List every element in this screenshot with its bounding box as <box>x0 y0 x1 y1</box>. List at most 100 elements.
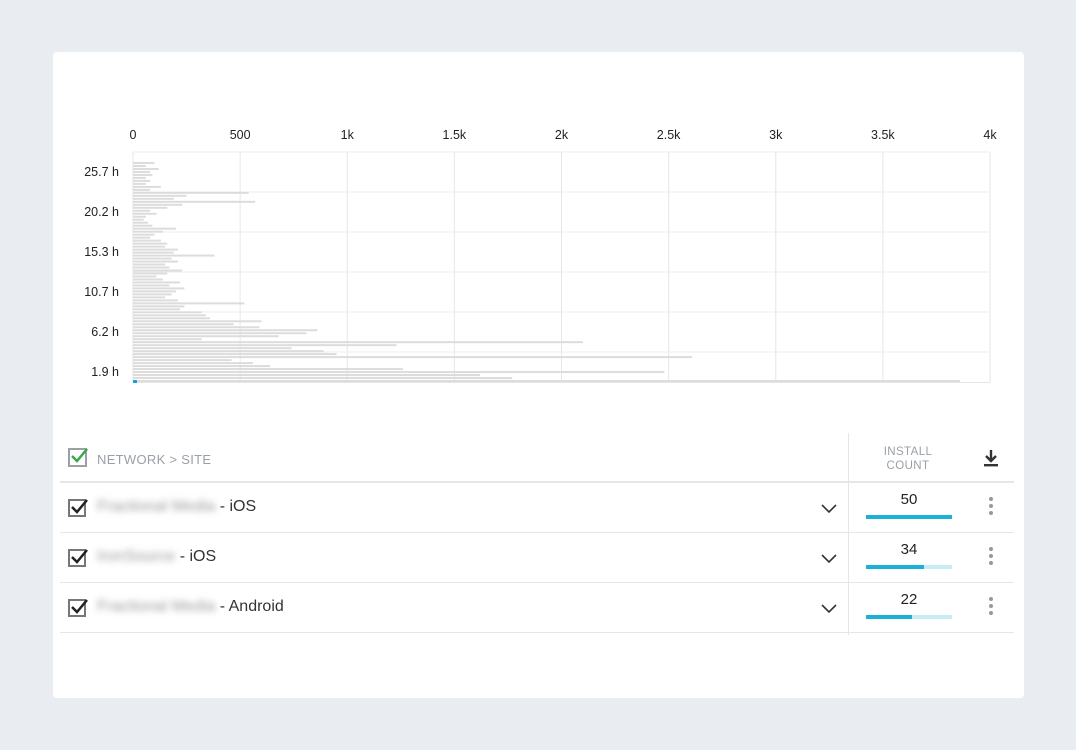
bar <box>133 242 168 245</box>
install-count-heading[interactable]: INSTALL COUNT <box>868 445 948 473</box>
site-name-redacted: IronSource <box>97 548 176 565</box>
y-tick-label: 15.3 h <box>84 245 119 259</box>
bar <box>133 227 176 230</box>
bar <box>133 332 307 335</box>
table-header: NETWORK > SITE INSTALL COUNT <box>60 433 1014 483</box>
install-count-heading-line1: INSTALL <box>883 446 933 458</box>
bar <box>133 293 172 296</box>
y-tick-label: 1.9 h <box>91 365 119 379</box>
table-row: Fractional Media - Android 22 <box>60 583 1014 633</box>
site-name[interactable]: Fractional Media - iOS <box>97 498 256 516</box>
bar <box>133 323 234 326</box>
bar <box>133 167 159 170</box>
row-checkbox[interactable] <box>68 599 88 617</box>
chevron-down-icon[interactable] <box>820 599 838 617</box>
install-count-bar <box>866 515 952 519</box>
bar <box>133 224 153 227</box>
install-time-chart: 0 500 1k 1.5k 2k 2.5k 3k 3.5k 4k 25.7 h 20.2 h 15.3… <box>84 128 997 383</box>
y-tick-label: 25.7 h <box>84 165 119 179</box>
bar <box>133 239 161 242</box>
chevron-down-icon[interactable] <box>820 549 838 567</box>
site-name[interactable]: Fractional Media - Android <box>97 598 284 616</box>
bar <box>133 353 337 356</box>
bar <box>133 341 583 344</box>
bar <box>133 317 211 320</box>
bar <box>133 296 166 299</box>
bar <box>133 182 146 185</box>
x-tick-label: 0 <box>130 128 137 142</box>
bar <box>133 197 174 200</box>
bar <box>133 215 146 218</box>
install-count-bar <box>866 565 952 569</box>
y-tick-label: 6.2 h <box>91 325 119 339</box>
row-checkbox[interactable] <box>68 549 88 567</box>
bar <box>133 371 665 374</box>
bar <box>133 218 144 221</box>
chevron-down-icon[interactable] <box>820 499 838 517</box>
table-row: Fractional Media - iOS 50 <box>60 483 1014 533</box>
bar <box>133 236 151 239</box>
site-name-redacted: Fractional Media <box>97 498 216 515</box>
bar <box>133 335 279 338</box>
bar <box>133 266 170 269</box>
bar <box>133 173 153 176</box>
bar <box>133 290 176 293</box>
site-platform: - iOS <box>215 498 257 515</box>
bar <box>133 356 693 359</box>
bar <box>133 314 206 317</box>
x-tick-label: 1k <box>341 128 355 142</box>
bar <box>133 162 155 164</box>
select-all-checkbox[interactable] <box>68 448 88 467</box>
site-platform: - iOS <box>175 548 217 565</box>
bar <box>133 320 262 323</box>
bar <box>133 299 178 302</box>
bar <box>133 365 271 368</box>
more-options-icon[interactable] <box>988 497 994 518</box>
bar <box>133 302 245 305</box>
site-name[interactable]: IronSource - iOS <box>97 548 216 566</box>
x-tick-label: 4k <box>983 128 997 142</box>
bar <box>133 206 168 209</box>
bar <box>133 269 183 272</box>
bar <box>133 347 292 350</box>
install-count-bar <box>866 615 952 619</box>
bar <box>133 164 146 167</box>
install-count-heading-line2: COUNT <box>886 460 930 472</box>
bar <box>133 254 215 257</box>
bar <box>133 278 163 281</box>
bar <box>133 338 202 341</box>
more-options-icon[interactable] <box>988 597 994 618</box>
bar <box>133 275 157 278</box>
bar <box>133 281 181 284</box>
bar <box>133 170 151 173</box>
x-tick-label: 3k <box>769 128 783 142</box>
bar <box>133 359 232 362</box>
bar <box>133 284 170 287</box>
site-platform: - Android <box>215 598 284 615</box>
more-options-icon[interactable] <box>988 547 994 568</box>
row-checkbox[interactable] <box>68 499 88 517</box>
bar <box>133 368 403 371</box>
bar <box>133 221 148 224</box>
bar <box>133 257 172 260</box>
bar <box>133 308 181 311</box>
bar <box>133 203 183 206</box>
x-tick-label: 500 <box>230 128 251 142</box>
install-count-bar-fill <box>866 615 912 619</box>
x-tick-label: 1.5k <box>443 128 467 142</box>
install-count-bar-fill <box>866 515 952 519</box>
bar <box>133 194 187 197</box>
download-icon[interactable] <box>980 447 1002 469</box>
site-name-redacted: Fractional Media <box>97 598 216 615</box>
bar <box>133 212 157 215</box>
bar <box>133 329 318 332</box>
bar <box>133 248 178 251</box>
x-tick-label: 2k <box>555 128 569 142</box>
bar-highlight <box>133 380 137 383</box>
install-count-value: 22 <box>900 591 918 608</box>
bar <box>133 200 256 203</box>
bar <box>133 233 155 236</box>
bar <box>133 188 151 191</box>
y-tick-label: 10.7 h <box>84 285 119 299</box>
bar <box>133 185 161 188</box>
